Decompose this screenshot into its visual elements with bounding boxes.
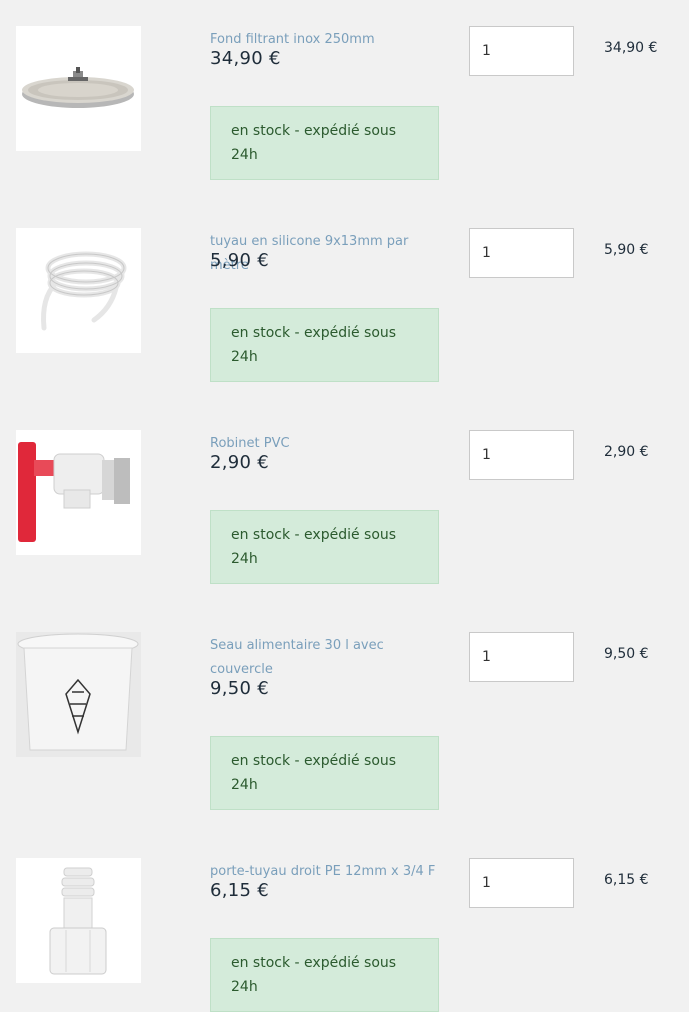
quantity-input[interactable]: [469, 26, 574, 76]
silicone-hose-image[interactable]: [16, 228, 141, 353]
stock-status: en stock - expédié sous 24h: [210, 736, 439, 810]
quantity-input[interactable]: [469, 632, 574, 682]
filter-plate-image[interactable]: [16, 26, 141, 151]
stock-status: en stock - expédié sous 24h: [210, 308, 439, 382]
unit-price: 5,90 €: [210, 250, 270, 271]
quantity-input[interactable]: [469, 228, 574, 278]
product-link[interactable]: Seau alimentaire 30 l avec couvercle: [210, 634, 440, 682]
line-total: 2,90 €: [604, 444, 649, 460]
cart-list: Fond filtrant inox 250mm 34,90 € en stoc…: [0, 0, 689, 1012]
stock-status: en stock - expédié sous 24h: [210, 510, 439, 584]
quantity-input[interactable]: [469, 858, 574, 908]
unit-price: 2,90 €: [210, 452, 270, 473]
line-total: 9,50 €: [604, 646, 649, 662]
line-total: 6,15 €: [604, 872, 649, 888]
stock-status: en stock - expédié sous 24h: [210, 106, 439, 180]
tap-image[interactable]: [16, 430, 141, 555]
unit-price: 9,50 €: [210, 678, 270, 699]
unit-price: 34,90 €: [210, 48, 281, 69]
stock-status: en stock - expédié sous 24h: [210, 938, 439, 1012]
quantity-input[interactable]: [469, 430, 574, 480]
bucket-image[interactable]: [16, 632, 141, 757]
hose-barb-image[interactable]: [16, 858, 141, 983]
line-total: 5,90 €: [604, 242, 649, 258]
line-total: 34,90 €: [604, 40, 658, 56]
unit-price: 6,15 €: [210, 880, 270, 901]
